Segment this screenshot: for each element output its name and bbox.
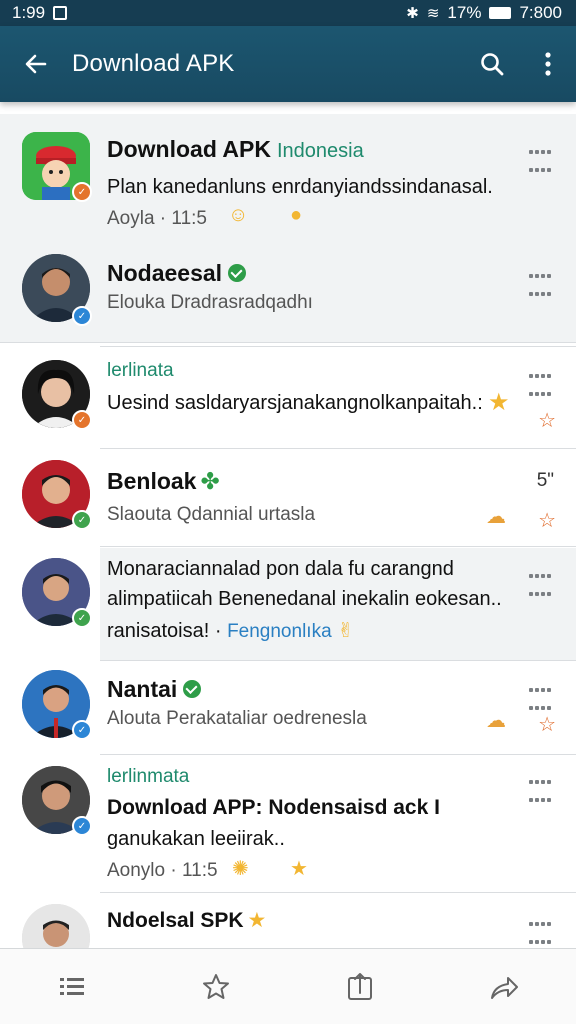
back-button[interactable]	[0, 51, 72, 77]
contact-name: Benloak ✤	[107, 468, 220, 494]
message-meta: Elouka Dradrasradqadhı	[107, 292, 313, 313]
gold-star-icon: ★	[247, 909, 267, 932]
search-button[interactable]	[464, 51, 520, 77]
bluetooth-icon: ✱	[406, 5, 419, 22]
status-badge: ✓	[72, 510, 92, 530]
more-dots-icon[interactable]	[528, 142, 554, 172]
message-line-1: Monaraciannalad pon dala fu carangnd	[107, 558, 454, 580]
back-arrow-icon	[25, 54, 47, 74]
message-preview: ganukakan leeiirak..	[107, 828, 285, 850]
contact-name: Ndoelsal SPK ★	[107, 909, 267, 932]
divider	[100, 546, 576, 547]
verified-check-icon	[228, 263, 247, 282]
avatar	[22, 904, 90, 948]
verified-badge: ✓	[72, 306, 92, 326]
share-icon	[348, 972, 372, 1000]
list-item[interactable]: ✓ lerlinata Uesind sasldaryarsjanakangno…	[0, 348, 576, 448]
more-dots-icon[interactable]	[528, 366, 554, 396]
message-title: Download APP: Nodensaisd ack I	[107, 796, 440, 819]
nav-list-button[interactable]	[42, 962, 102, 1012]
battery-icon	[489, 7, 512, 19]
gold-star-icon: ★	[488, 389, 510, 416]
notification-icon	[53, 6, 68, 20]
page-title: Download APK	[72, 50, 235, 77]
list-item[interactable]: ✓ Benloak ✤ 5" Slaouta Qdannial urtasla ☁…	[0, 450, 576, 546]
divider	[100, 660, 576, 661]
divider	[100, 448, 576, 449]
list-item[interactable]: ✓ Nodaeesal Elouka Dradrasradqadhı	[0, 236, 576, 342]
more-dots-icon[interactable]	[528, 680, 554, 710]
list-item[interactable]: ✓ Monaraciannalad pon dala fu carangnd a…	[0, 548, 576, 660]
message-meta: Alouta Perakataliar oedrenesla	[107, 708, 367, 729]
contact-name: Download APK Indonesia	[107, 136, 364, 162]
status-badge: ✓	[72, 182, 92, 202]
forward-icon	[491, 976, 518, 999]
more-vertical-icon	[545, 52, 551, 76]
sparkle-emoji-icon: ✺	[232, 858, 249, 880]
clover-icon: ✤	[200, 468, 220, 494]
weather-icon: ☁	[486, 710, 506, 732]
group-tag: lerlinmata	[107, 766, 190, 787]
status-clock: 7:800	[519, 3, 562, 22]
message-preview: Uesind sasldaryarsjanakangnolkanpaitah.:	[107, 392, 483, 414]
more-dots-icon[interactable]	[528, 566, 554, 596]
hands-emoji-icon: ✌	[337, 620, 354, 642]
verified-badge: ✓	[72, 720, 92, 740]
star-icon[interactable]: ☆	[538, 712, 556, 737]
nav-favorites-button[interactable]	[186, 962, 246, 1012]
star-outline-icon	[203, 973, 229, 999]
bottom-navigation	[0, 948, 576, 1024]
status-badge: ✓	[72, 608, 92, 628]
nav-forward-button[interactable]	[474, 962, 534, 1012]
list-icon	[60, 977, 84, 995]
contact-name: Nantai	[107, 676, 202, 703]
divider	[0, 342, 576, 343]
message-meta: Aoyla · 11:5	[107, 208, 207, 229]
weather-icon: ☁	[486, 506, 506, 528]
nav-share-button[interactable]	[330, 962, 390, 1012]
star-icon[interactable]: ☆	[538, 408, 556, 433]
message-list: ✓ Download APK Indonesia Plan kanedanluns…	[0, 114, 576, 948]
message-meta: Slaouta Qdannial urtasla	[107, 504, 316, 525]
message-line-3: ranisatoisa! · Fengnonlıka ✌	[107, 620, 354, 642]
verified-badge: ✓	[72, 816, 92, 836]
message-time: 5"	[536, 470, 554, 491]
wifi-icon: ≋	[426, 5, 440, 22]
more-dots-icon[interactable]	[528, 772, 554, 802]
group-tag: lerlinata	[107, 360, 174, 381]
message-meta: Aonylo · 11:5	[107, 860, 218, 881]
star-icon[interactable]: ☆	[538, 508, 556, 533]
smile-emoji-icon: ☺	[228, 204, 249, 226]
gold-star-icon: ★	[290, 858, 308, 880]
status-time: 1:99	[12, 3, 46, 22]
verified-check-icon	[183, 679, 202, 698]
more-dots-icon[interactable]	[528, 266, 554, 296]
app-bar: Download APK	[0, 26, 576, 102]
message-preview: Plan kanedanluns enrdanyiandssindanasal.	[107, 176, 493, 198]
status-bar: 1:99 ✱ ≋ 17% 7:800	[0, 0, 576, 26]
search-icon	[481, 53, 504, 76]
status-badge: ✓	[72, 410, 92, 430]
divider	[100, 892, 576, 893]
list-item[interactable]: Ndoelsal SPK ★	[0, 894, 576, 948]
list-item[interactable]: ✓ Nantai Alouta Perakataliar oedrenesla …	[0, 662, 576, 754]
message-line-2: alimpatiicah Benenedanal inekalin eokesa…	[107, 588, 502, 610]
person-photo-icon	[22, 904, 90, 948]
more-dots-icon[interactable]	[528, 914, 554, 944]
list-item[interactable]: ✓ lerlinmata Download APP: Nodensaisd ac…	[0, 756, 576, 892]
name-suffix: Indonesia	[276, 140, 364, 162]
more-options-button[interactable]	[520, 51, 576, 77]
divider	[100, 754, 576, 755]
chat-emoji-icon: ●	[290, 204, 303, 226]
contact-name: Nodaeesal	[107, 260, 247, 287]
message-link[interactable]: Fengnonlıka	[227, 621, 332, 642]
battery-percent: 17%	[447, 3, 482, 22]
divider	[100, 346, 576, 347]
